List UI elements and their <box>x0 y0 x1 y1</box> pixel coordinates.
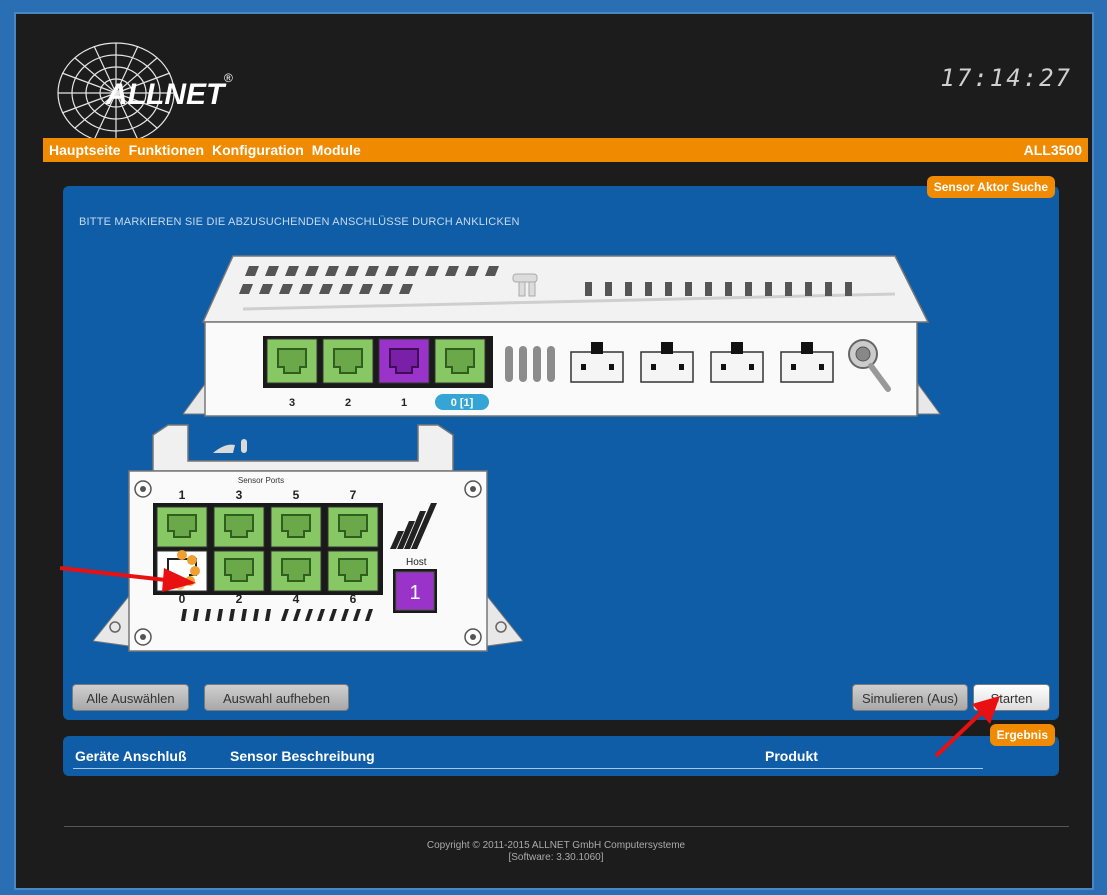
top-device: 3 2 1 0 [1] <box>183 255 941 417</box>
sensor-search-panel: Sensor Aktor Suche Bitte markieren Sie d… <box>63 176 1059 720</box>
sensor-port-label-1: 1 <box>179 488 186 502</box>
top-port-label-1: 1 <box>401 397 407 409</box>
column-header-sensor-description: Sensor Beschreibung <box>230 748 375 764</box>
registered-mark: ® <box>224 71 233 85</box>
column-header-product: Produkt <box>765 748 818 764</box>
sensor-port-label-3: 3 <box>236 488 243 502</box>
instruction-text: Bitte markieren Sie die abzusuchenden An… <box>79 216 520 228</box>
result-divider <box>73 768 983 769</box>
deselect-button[interactable]: Auswahl aufheben <box>204 684 349 711</box>
host-port-number: 1 <box>409 582 420 604</box>
footer-divider <box>64 826 1069 827</box>
menu-item-funktionen[interactable]: Funktionen <box>129 142 204 158</box>
sfp-port[interactable] <box>780 351 834 383</box>
model-name: ALL3500 <box>1023 142 1082 158</box>
red-arrow-icon <box>934 696 1000 758</box>
bottom-device: Sensor Ports 1 3 5 7 0 2 4 6 Host 1 <box>93 424 523 652</box>
app-frame: ALLNET ® 17:14:27 Hauptseite Funktionen … <box>14 12 1094 890</box>
sensor-port-label-7: 7 <box>350 488 357 502</box>
allnet-logo: ALLNET ® <box>57 42 233 144</box>
red-arrow-icon <box>59 566 196 592</box>
top-port-label-3: 3 <box>289 397 295 409</box>
menu-item-module[interactable]: Module <box>312 142 361 158</box>
top-port-label-0: 0 [1] <box>451 397 474 409</box>
copyright-text: Copyright © 2011-2015 ALLNET GmbH Comput… <box>426 840 686 851</box>
sensor-port-label-5: 5 <box>293 488 300 502</box>
menu-item-hauptseite[interactable]: Hauptseite <box>49 142 121 158</box>
host-label: Host <box>406 557 427 568</box>
sfp-port[interactable] <box>640 351 694 383</box>
select-all-button[interactable]: Alle Auswählen <box>72 684 189 711</box>
menu-item-konfiguration[interactable]: Konfiguration <box>212 142 304 158</box>
brand-name: ALLNET <box>105 78 227 111</box>
sensor-search-tag: Sensor Aktor Suche <box>926 176 1055 198</box>
clock: 17:14:27 <box>940 64 1072 92</box>
menu-bar: Hauptseite Funktionen Konfiguration Modu… <box>43 138 1088 162</box>
sfp-port[interactable] <box>570 351 624 383</box>
sensor-ports-header: Sensor Ports <box>238 476 284 485</box>
result-panel: Ergebnis Geräte Anschluß Sensor Beschrei… <box>63 724 1059 776</box>
top-port-label-2: 2 <box>345 397 351 409</box>
footer: Copyright © 2011-2015 ALLNET GmbH Comput… <box>16 840 1096 864</box>
sfp-port[interactable] <box>710 351 764 383</box>
software-version: [Software: 3.30.1060] <box>508 852 604 863</box>
column-header-device-port: Geräte Anschluß <box>75 748 187 764</box>
